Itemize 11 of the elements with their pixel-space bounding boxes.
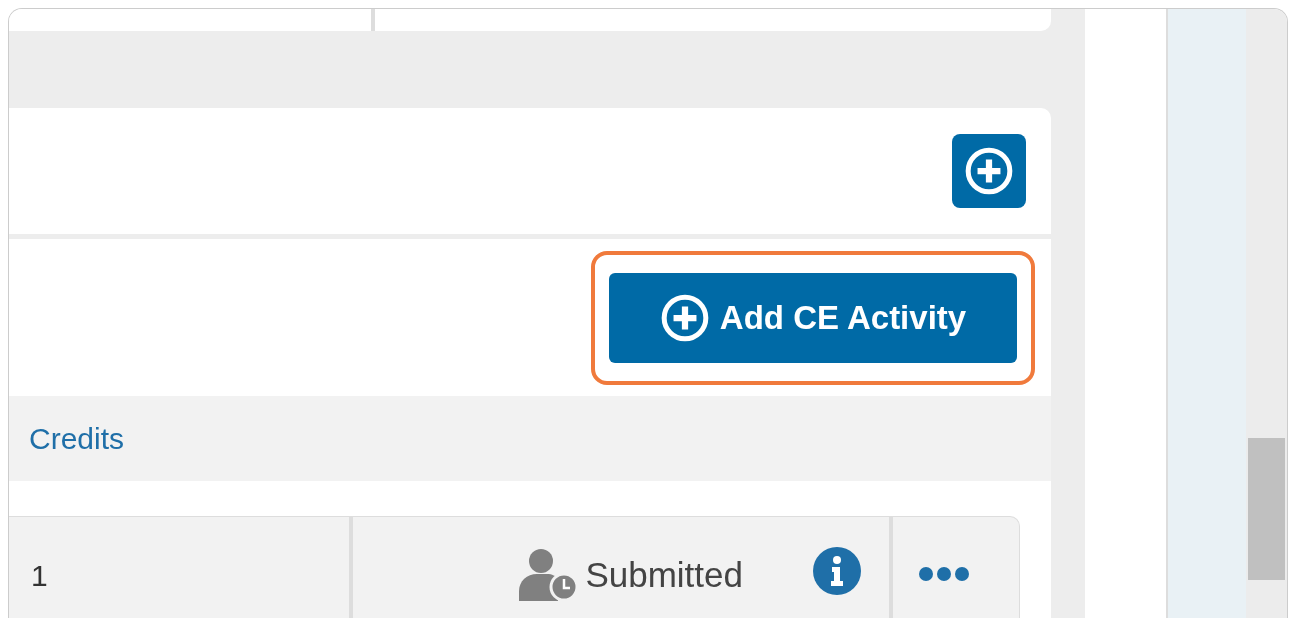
add-icon <box>964 146 1014 196</box>
status-text: Submitted <box>585 555 743 595</box>
more-icon <box>919 567 969 581</box>
add-activity-button[interactable]: Add CE Activity <box>609 272 1017 363</box>
table-cell-text: 1 <box>30 558 49 594</box>
add-icon <box>659 292 710 343</box>
more-button[interactable] <box>919 567 969 581</box>
scrollbar-thumb[interactable] <box>1248 438 1285 580</box>
add-button[interactable] <box>952 134 1026 208</box>
info-icon[interactable] <box>813 547 861 595</box>
column-header[interactable]: Credits <box>29 421 125 456</box>
